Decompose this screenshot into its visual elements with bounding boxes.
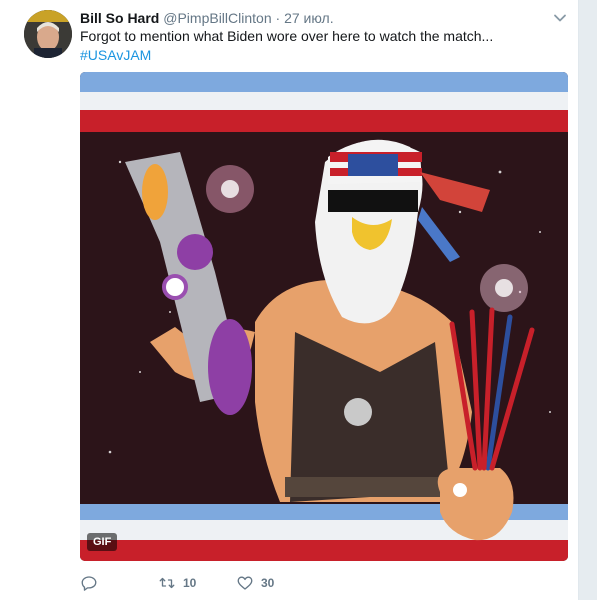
- gif-illustration: [80, 72, 568, 561]
- avatar[interactable]: [24, 10, 72, 58]
- tweet-text: Forgot to mention what Biden wore over h…: [80, 27, 570, 65]
- tweet-media-gif[interactable]: GIF: [80, 72, 568, 561]
- avatar-image: [24, 10, 72, 58]
- chevron-down-icon[interactable]: [553, 11, 567, 25]
- reply-icon: [81, 576, 97, 591]
- retweet-icon: [159, 577, 175, 589]
- user-handle[interactable]: @PimpBillClinton: [163, 10, 271, 26]
- reply-button[interactable]: [80, 572, 98, 594]
- heart-icon: [237, 576, 253, 590]
- retweet-count: 10: [183, 576, 197, 590]
- display-name[interactable]: Bill So Hard: [80, 10, 159, 26]
- gif-badge: GIF: [87, 533, 118, 551]
- like-button[interactable]: 30: [236, 572, 274, 594]
- tweet-body: Forgot to mention what Biden wore over h…: [80, 28, 494, 44]
- hashtag-link[interactable]: #USAvJAM: [80, 46, 570, 65]
- separator-dot: ·: [275, 10, 281, 26]
- tweet-date[interactable]: 27 июл.: [284, 10, 334, 26]
- retweet-button[interactable]: 10: [158, 572, 196, 594]
- like-count: 30: [261, 576, 275, 590]
- tweet-actions: 10 30: [80, 572, 380, 594]
- tweet-card: Bill So Hard @PimpBillClinton · 27 июл. …: [0, 0, 579, 600]
- tweet-header: Bill So Hard @PimpBillClinton · 27 июл.: [80, 9, 334, 27]
